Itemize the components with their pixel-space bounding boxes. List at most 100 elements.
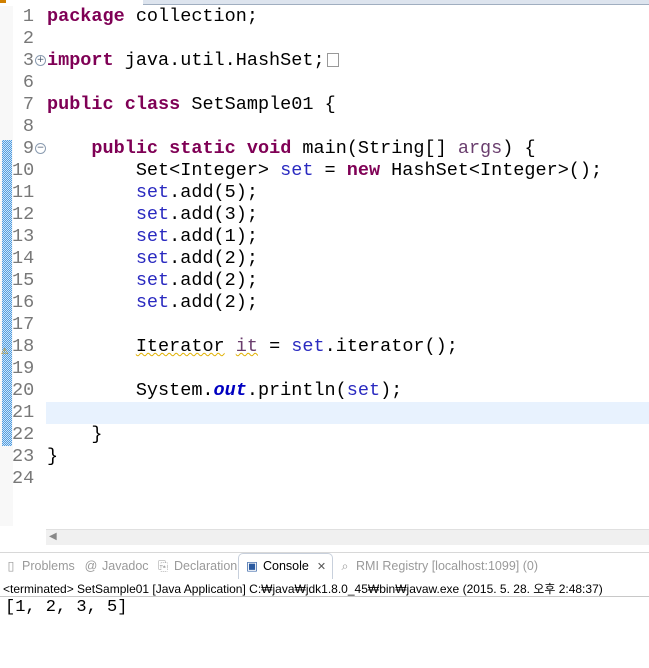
line-number: 16 [12, 292, 35, 313]
code-token: args [457, 138, 503, 159]
code-token: .add(2); [169, 292, 258, 313]
tab-javadoc[interactable]: @ Javadoc [84, 557, 149, 575]
code-line[interactable]: 22 } [0, 424, 649, 446]
code-line[interactable]: 9− public static void main(String[] args… [0, 138, 649, 160]
line-number: 13 [12, 226, 35, 247]
line-number: 12 [12, 204, 35, 225]
code-line[interactable]: 16 set.add(2); [0, 292, 649, 314]
code-token: package [47, 6, 125, 27]
collapsed-imports-icon[interactable] [326, 53, 339, 67]
code-text: public static void main(String[] args) { [47, 138, 535, 160]
line-number: 8 [22, 116, 34, 137]
code-line[interactable]: 15 set.add(2); [0, 270, 649, 292]
code-token: HashSet<Integer>(); [380, 160, 603, 181]
horizontal-scrollbar[interactable]: ◀ [46, 529, 649, 545]
code-line[interactable]: 20 System.out.println(set); [0, 380, 649, 402]
editor-tab[interactable] [143, 0, 649, 5]
line-number: 15 [12, 270, 35, 291]
code-line[interactable]: 13 set.add(1); [0, 226, 649, 248]
tab-label: Console [263, 559, 309, 573]
code-line[interactable]: 6 [0, 72, 649, 94]
scroll-left-icon[interactable]: ◀ [49, 531, 57, 542]
line-number: 2 [22, 28, 34, 49]
line-number: 20 [12, 380, 35, 401]
code-line[interactable]: 8 [0, 116, 649, 138]
line-number: 21 [12, 402, 35, 423]
expand-fold-icon[interactable]: + [35, 55, 46, 66]
code-line[interactable]: 10 Set<Integer> set = new HashSet<Intege… [0, 160, 649, 182]
code-line[interactable]: 21 [0, 402, 649, 424]
code-token: ); [380, 380, 403, 401]
code-line[interactable]: 12 set.add(3); [0, 204, 649, 226]
code-token: System. [47, 380, 214, 401]
code-token: .add(2); [169, 270, 258, 291]
console-output[interactable]: [1, 2, 3, 5] [5, 598, 127, 617]
line-number: 17 [12, 314, 35, 335]
code-token: set [135, 204, 170, 225]
code-text: set.add(3); [47, 204, 258, 226]
line-number: 11 [12, 182, 35, 203]
code-text: Iterator it = set.iterator(); [47, 336, 458, 358]
tab-rmi[interactable]: ⌕ RMI Registry [localhost:1099] (0) [338, 557, 538, 575]
code-text: package collection; [47, 6, 258, 28]
code-token: set [346, 380, 381, 401]
line-number: 24 [12, 468, 35, 489]
tab-label: RMI Registry [localhost:1099] (0) [356, 559, 539, 573]
tab-problems[interactable]: ▯ Problems [4, 557, 75, 575]
console-status: <terminated> SetSample01 [Java Applicati… [3, 582, 603, 596]
code-line[interactable]: 14 set.add(2); [0, 248, 649, 270]
problems-icon: ▯ [7, 559, 15, 573]
line-number: 3 [22, 50, 34, 71]
code-text: set.add(2); [47, 270, 258, 292]
code-line[interactable]: 23} [0, 446, 649, 468]
code-editor[interactable]: 1 package collection; 2 3 + import java.util.… [0, 6, 649, 528]
code-token: static [169, 138, 236, 159]
code-line[interactable]: 11 set.add(5); [0, 182, 649, 204]
code-text: set.add(2); [47, 248, 258, 270]
code-token: .iterator(); [324, 336, 458, 357]
code-token: out [213, 380, 247, 401]
code-line[interactable]: 17 [0, 314, 649, 336]
code-line[interactable]: 19 [0, 358, 649, 380]
tab-console[interactable]: ▣ Console ✕ [238, 553, 334, 579]
line-number: 1 [22, 6, 34, 27]
code-token: .add(5); [169, 182, 258, 203]
code-text: public class SetSample01 { [47, 94, 336, 116]
code-token: set [135, 248, 170, 269]
line-number: 22 [12, 424, 35, 445]
code-line[interactable]: 7 public class SetSample01 { [0, 94, 649, 116]
code-token: } [47, 446, 59, 467]
tab-label: Problems [22, 559, 75, 573]
line-number: 19 [12, 358, 35, 379]
code-token: = [313, 160, 347, 181]
code-token: new [346, 160, 381, 181]
close-tab-icon[interactable]: ✕ [317, 561, 326, 573]
code-line[interactable]: 2 [0, 28, 649, 50]
code-token: .add(1); [169, 226, 258, 247]
code-line[interactable]: 18 ⚠ Iterator it = set.iterator(); [0, 336, 649, 358]
line-number: 10 [12, 160, 35, 181]
code-token: set [291, 336, 325, 357]
line-number: 9 [22, 138, 34, 159]
code-token: Set<Integer> [47, 160, 281, 181]
code-token: void [246, 138, 292, 159]
code-line[interactable]: 1 package collection; [0, 6, 649, 28]
tab-declaration[interactable]: ⎘ Declaration [156, 557, 237, 575]
code-token: set [135, 292, 170, 313]
code-line[interactable]: 3 + import java.util.HashSet; [0, 50, 649, 72]
line-number: 14 [12, 248, 35, 269]
code-line[interactable]: 24 [0, 468, 649, 490]
declaration-icon: ⎘ [157, 559, 168, 573]
code-token: Iterator [135, 336, 225, 357]
divider [0, 596, 649, 597]
code-token: public [91, 138, 159, 159]
code-token: it [235, 336, 258, 357]
code-token: } [47, 424, 103, 445]
collapse-fold-icon[interactable]: − [35, 143, 46, 154]
bottom-panel-tabs: ▯ Problems @ Javadoc ⎘ Declaration ▣ Console ✕ ⌕ R… [0, 552, 649, 579]
code-token: set [280, 160, 314, 181]
